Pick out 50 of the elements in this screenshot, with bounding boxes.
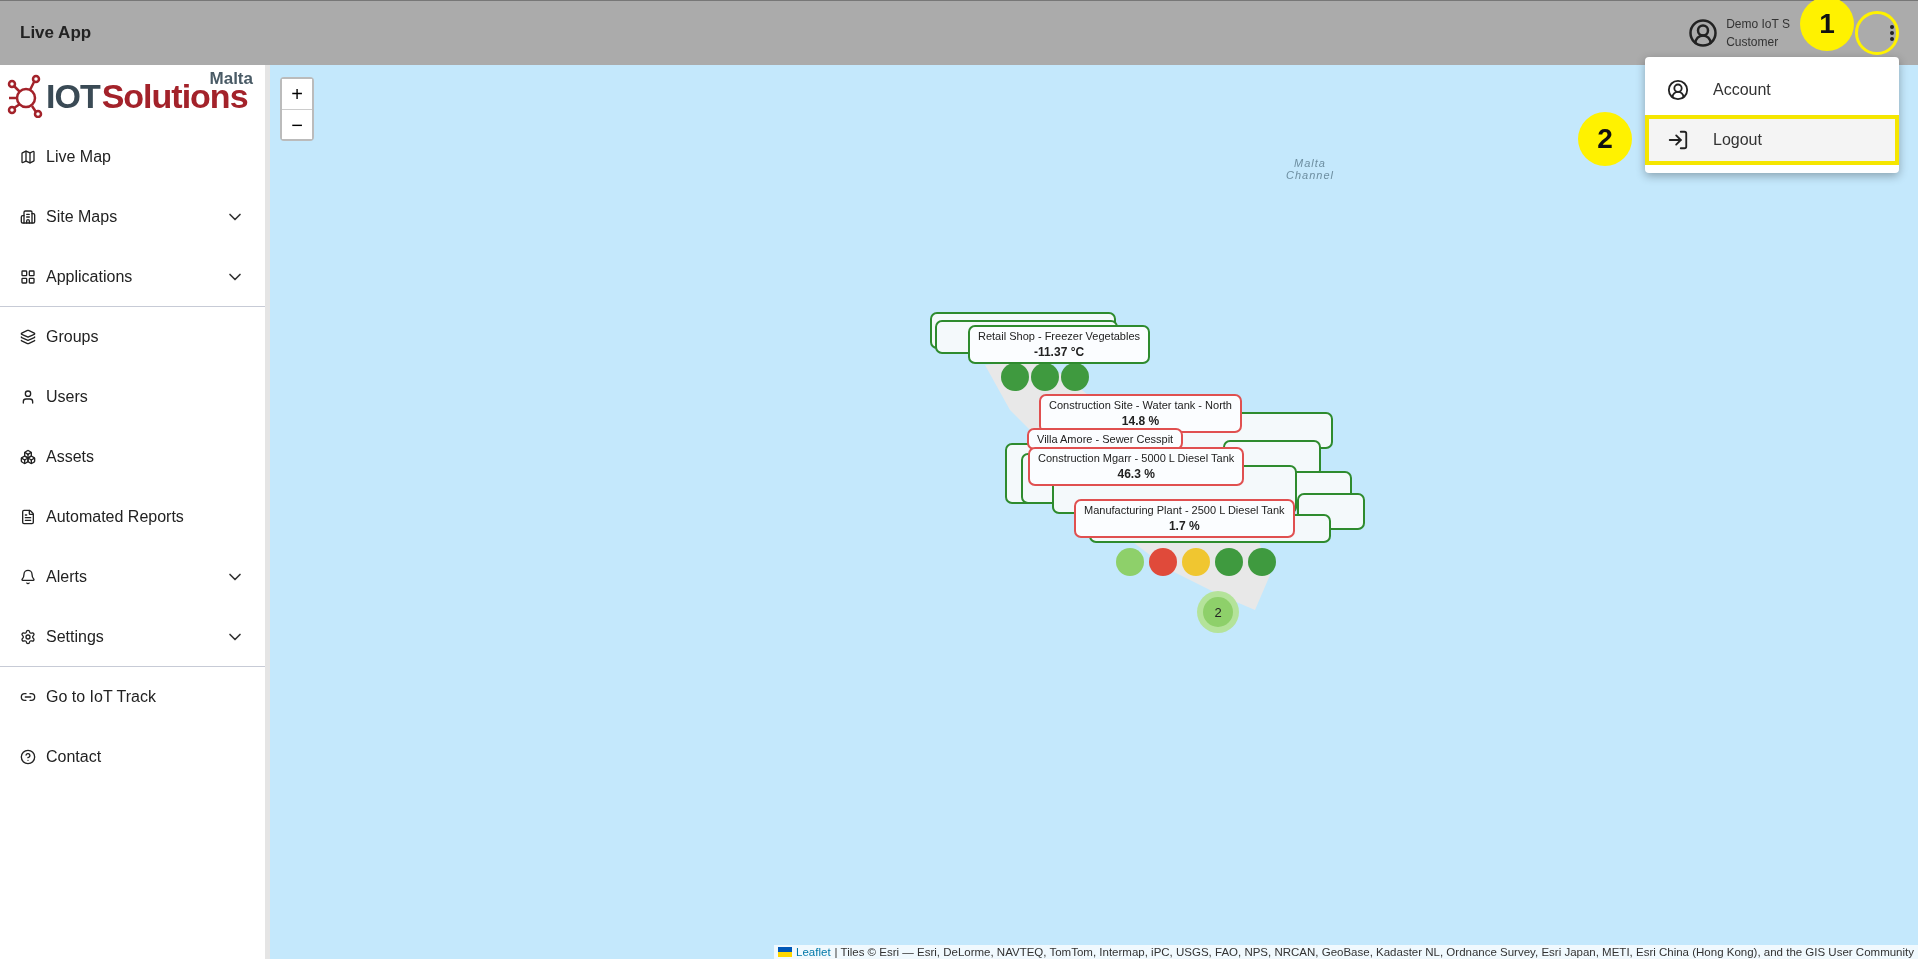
menu-item[interactable]: Logout	[1645, 115, 1899, 165]
map-attribution: | Tiles © Esri — Esri, DeLorme, NAVTEQ, TomTom, Intermap, iPC, USGS, FAO, NPS, NRCAN, GeoBase, Kadaster NL, Ordnance Survey, Esri Japan, METI, Esri China (Hong Kong), and the GIS User Community	[834, 946, 1914, 958]
bell-icon	[20, 568, 36, 585]
map-marker[interactable]	[1248, 548, 1276, 576]
sidebar-item[interactable]: Go to IoT Track	[0, 667, 265, 727]
account-icon	[1667, 79, 1689, 101]
sidebar-item[interactable]: Site Maps	[0, 187, 265, 247]
map-marker[interactable]	[1116, 548, 1144, 576]
flag-icon	[778, 947, 793, 957]
boxes-icon	[20, 448, 36, 465]
user-role: Customer	[1726, 35, 1780, 49]
sidebar-item[interactable]: Groups	[0, 307, 265, 367]
user-avatar-icon	[1688, 18, 1719, 48]
map-marker[interactable]	[1061, 363, 1089, 391]
network-node-icon	[6, 74, 44, 118]
gear-icon	[20, 628, 36, 645]
map-icon	[20, 148, 36, 165]
menu-item[interactable]: Account	[1645, 65, 1899, 115]
sidebar-item[interactable]: Alerts	[0, 547, 265, 607]
user-name: Demo IoT S	[1726, 17, 1790, 31]
document-icon	[20, 508, 36, 525]
sea-label: Malta Channel	[1285, 157, 1335, 181]
cluster-marker[interactable]: 2	[1197, 591, 1239, 633]
sensor-label[interactable]: Retail Shop - Freezer Vegetables -11.37 °C	[968, 325, 1151, 364]
sidebar-item[interactable]: Applications	[0, 247, 265, 307]
app-title: Live App	[20, 23, 93, 43]
sidebar-item[interactable]: Contact	[0, 727, 265, 787]
map-marker[interactable]	[1031, 363, 1059, 391]
map-marker[interactable]	[1182, 548, 1210, 576]
building-icon	[20, 208, 36, 225]
logout-icon	[1667, 129, 1689, 151]
sidebar-item[interactable]: Automated Reports	[0, 487, 265, 547]
sensor-label[interactable]: Manufacturing Plant - 2500 L Diesel Tank 1.7 %	[1074, 499, 1295, 538]
layers-icon	[20, 328, 36, 345]
map-marker[interactable]	[1215, 548, 1243, 576]
person-icon	[20, 388, 36, 405]
map-marker[interactable]	[1001, 363, 1029, 391]
more-icon	[1890, 25, 1894, 41]
sensor-label[interactable]: Construction Mgarr - 5000 L Diesel Tank 46.3 %	[1028, 447, 1245, 486]
zoom-out-button[interactable]: −	[282, 109, 312, 139]
sidebar-item[interactable]: Users	[0, 367, 265, 427]
leaflet-link[interactable]: Leaflet	[796, 946, 831, 958]
sidebar-item[interactable]: Assets	[0, 427, 265, 487]
grid-icon	[20, 268, 36, 285]
map-marker[interactable]	[1149, 548, 1177, 576]
help-icon	[20, 748, 36, 765]
sensor-label[interactable]: Villa Amore - Sewer Cesspit	[1027, 428, 1184, 450]
sidebar-item[interactable]: Live Map	[0, 127, 265, 187]
sidebar-item[interactable]: Settings	[0, 607, 265, 667]
highlight-ring	[1855, 11, 1899, 55]
